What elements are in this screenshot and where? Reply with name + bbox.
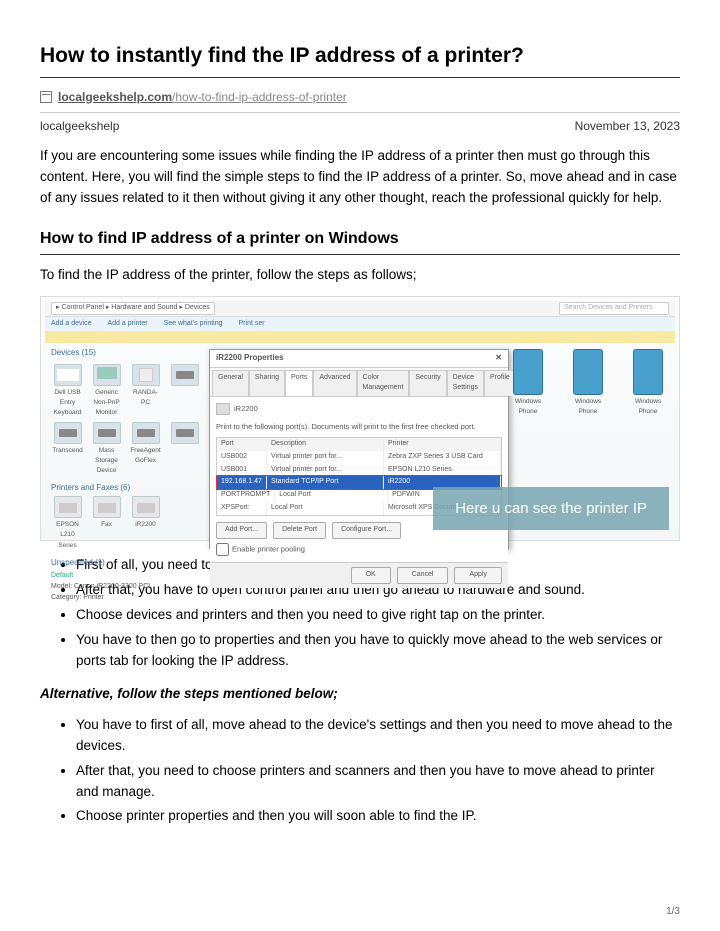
list-item: You have to first of all, move ahead to …: [76, 715, 680, 757]
dialog-title: iR2200 Properties: [216, 352, 284, 364]
col-port: Port: [217, 438, 267, 451]
page-number: 1/3: [666, 904, 680, 920]
close-icon[interactable]: ✕: [495, 352, 502, 364]
phone-icon[interactable]: [633, 349, 663, 395]
page-title: How to instantly find the IP address of …: [40, 40, 680, 78]
col-printer: Printer: [384, 438, 501, 451]
devices-header: Devices (15): [51, 347, 201, 359]
device-item[interactable]: Mass Storage Device: [90, 422, 123, 476]
info-bar: [45, 331, 675, 343]
source-domain-link[interactable]: localgeekshelp.com: [58, 90, 172, 104]
dialog-tabs: General Sharing Ports Advanced Color Man…: [210, 368, 508, 398]
phone-icon[interactable]: [573, 349, 603, 395]
cancel-button[interactable]: Cancel: [397, 567, 449, 584]
windows-screenshot: ▸ Control Panel ▸ Hardware and Sound ▸ D…: [40, 296, 680, 541]
add-port-button[interactable]: Add Port...: [216, 522, 267, 539]
unspecified-category: Category: Printer: [51, 594, 104, 601]
tab-color[interactable]: Color Management: [357, 370, 410, 397]
ok-button[interactable]: OK: [351, 567, 391, 584]
unspecified-model: Model: Canon iR2200-3300 PCL: [51, 583, 152, 590]
dialog-printer-name: iR2200: [234, 403, 258, 415]
printer-item[interactable]: iR2200: [129, 496, 162, 550]
printer-icon: [216, 403, 230, 415]
tab-ports[interactable]: Ports: [285, 370, 313, 397]
list-item: Choose devices and printers and then you…: [76, 605, 680, 626]
section-heading: How to find IP address of a printer on W…: [40, 227, 680, 256]
command-bar: Add a device Add a printer See what's pr…: [45, 317, 675, 331]
tab-advanced[interactable]: Advanced: [313, 370, 356, 397]
device-item[interactable]: RANDA-PC: [129, 364, 162, 418]
unspecified-header: Unspecified (1): [51, 557, 201, 569]
author: localgeekshelp: [40, 117, 119, 136]
printer-item[interactable]: Fax: [90, 496, 123, 550]
breadcrumb: ▸ Control Panel ▸ Hardware and Sound ▸ D…: [51, 302, 215, 315]
source-path: /how-to-find-ip-address-of-printer: [172, 90, 347, 104]
tab-sharing[interactable]: Sharing: [249, 370, 285, 397]
pooling-label: Enable printer pooling: [232, 544, 305, 553]
printers-header: Printers and Faxes (6): [51, 482, 201, 494]
configure-port-button[interactable]: Configure Port...: [332, 522, 401, 539]
device-item[interactable]: Dell USB Entry Keyboard: [51, 364, 84, 418]
col-desc: Description: [267, 438, 384, 451]
device-item[interactable]: Generic Non-PnP Monitor: [90, 364, 123, 418]
tab-device-settings[interactable]: Device Settings: [447, 370, 484, 397]
tab-general[interactable]: General: [212, 370, 249, 397]
cmd-print-server[interactable]: Print ser: [239, 319, 265, 330]
cmd-add-printer[interactable]: Add a printer: [107, 319, 147, 330]
delete-port-button[interactable]: Delete Port: [273, 522, 326, 539]
meta-row: localgeekshelp November 13, 2023: [40, 112, 680, 146]
status-badge: Default: [51, 572, 73, 579]
list-item: After that, you need to choose printers …: [76, 761, 680, 803]
devices-panel: Devices (15) Dell USB Entry Keyboard Gen…: [45, 343, 207, 536]
port-row[interactable]: USB002Virtual printer port for...Zebra Z…: [217, 451, 501, 464]
device-item[interactable]: [168, 422, 201, 476]
phone-icon[interactable]: [513, 349, 543, 395]
cmd-see-printing[interactable]: See what's printing: [164, 319, 223, 330]
screenshot-caption: Here u can see the printer IP: [433, 487, 669, 530]
publish-date: November 13, 2023: [575, 117, 680, 136]
list-item: Choose printer properties and then you w…: [76, 806, 680, 827]
list-item: You have to then go to properties and th…: [76, 630, 680, 672]
lead-sentence: To find the IP address of the printer, f…: [40, 265, 680, 286]
tab-security[interactable]: Security: [409, 370, 446, 397]
device-item[interactable]: [168, 364, 201, 418]
site-icon: [40, 91, 52, 103]
dialog-description: Print to the following port(s). Document…: [216, 421, 502, 433]
port-row[interactable]: USB001Virtual printer port for...EPSON L…: [217, 464, 501, 477]
apply-button[interactable]: Apply: [454, 567, 502, 584]
printer-item[interactable]: EPSON L210 Series: [51, 496, 84, 550]
cmd-add-device[interactable]: Add a device: [51, 319, 91, 330]
explorer-toolbar: ▸ Control Panel ▸ Hardware and Sound ▸ D…: [45, 301, 675, 317]
intro-paragraph: If you are encountering some issues whil…: [40, 146, 680, 209]
search-input[interactable]: Search Devices and Printers: [559, 302, 669, 315]
alternative-heading: Alternative, follow the steps mentioned …: [40, 684, 680, 705]
pooling-checkbox[interactable]: [216, 543, 229, 556]
device-item[interactable]: FreeAgent GoFlex: [129, 422, 162, 476]
device-item[interactable]: Transcend: [51, 422, 84, 476]
steps-list-2: You have to first of all, move ahead to …: [76, 715, 680, 828]
source-line: localgeekshelp.com/how-to-find-ip-addres…: [40, 88, 680, 107]
